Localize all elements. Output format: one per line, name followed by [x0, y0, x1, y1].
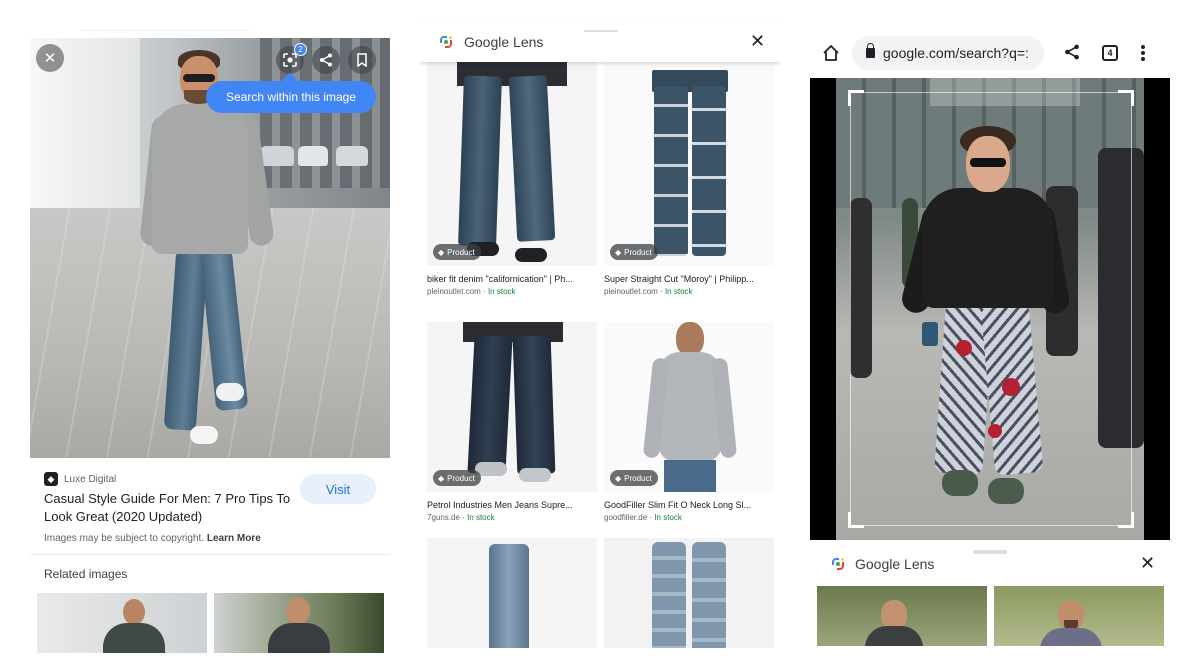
related-image[interactable] [37, 593, 207, 653]
product-tag: ◆ Product [433, 470, 481, 486]
crop-handle[interactable] [1118, 90, 1134, 106]
close-icon: ✕ [43, 50, 57, 67]
url-text: google.com/search?q=: [883, 45, 1029, 61]
close-icon[interactable]: ✕ [1140, 553, 1155, 574]
google-lens-logo-icon [832, 558, 844, 570]
tag-icon: ◆ [615, 247, 622, 257]
product-meta: pleinoutlet.com · In stock [427, 287, 516, 296]
browser-panel: google.com/search?q=: 4 Google Lens ✕ [810, 0, 1170, 670]
lock-icon [866, 43, 875, 58]
google-lens-logo-icon [440, 36, 452, 48]
crop-selection[interactable] [850, 92, 1132, 526]
product-meta: 7guns.de · In stock [427, 513, 495, 522]
tab-count-button[interactable]: 4 [1102, 45, 1118, 61]
crop-handle[interactable] [848, 512, 864, 528]
lens-results-panel: Google Lens ✕ ◆ Product biker fit denim "… [420, 0, 780, 670]
lens-count-badge: 2 [294, 43, 307, 56]
close-button[interactable]: ✕ [36, 44, 64, 72]
crop-handle[interactable] [1118, 512, 1134, 528]
divider [30, 554, 390, 555]
product-image[interactable]: ◆ Product [604, 56, 774, 266]
tag-icon: ◆ [615, 473, 622, 483]
product-tag: ◆ Product [433, 244, 481, 260]
lens-bottom-sheet: Google Lens ✕ [810, 540, 1170, 670]
product-card[interactable]: ◆ Product Super Straight Cut "Moroy" | Ph… [604, 56, 774, 296]
share-icon [320, 53, 332, 67]
product-card[interactable] [427, 538, 597, 648]
tag-icon: ◆ [438, 247, 445, 257]
product-meta: goodfiller.de · In stock [604, 513, 682, 522]
product-tag: ◆ Product [610, 244, 658, 260]
product-name: Super Straight Cut "Moroy" | Philipp... [604, 274, 754, 284]
product-image[interactable] [604, 538, 774, 648]
lens-tooltip[interactable]: Search within this image [206, 81, 376, 113]
more-vert-icon[interactable] [1140, 44, 1146, 62]
related-image[interactable] [214, 593, 384, 653]
product-card[interactable] [604, 538, 774, 648]
lens-brand: Google Lens [464, 34, 544, 50]
bookmark-icon [357, 53, 367, 67]
lens-header: Google Lens ✕ [420, 22, 780, 62]
share-button[interactable] [312, 46, 340, 74]
visit-button[interactable]: Visit [300, 474, 376, 504]
url-bar[interactable]: google.com/search?q=: [852, 36, 1044, 70]
product-meta: pleinoutlet.com · In stock [604, 287, 693, 296]
result-thumbnail[interactable] [994, 586, 1164, 646]
product-image[interactable]: ◆ Product [427, 56, 597, 266]
copyright-notice: Images may be subject to copyright. Lear… [44, 533, 261, 544]
bookmark-button[interactable] [348, 46, 376, 74]
product-tag: ◆ Product [610, 470, 658, 486]
product-card[interactable]: ◆ Product Petrol Industries Men Jeans Sup… [427, 322, 597, 522]
sheet-handle[interactable] [584, 30, 618, 32]
sheet-handle[interactable] [973, 550, 1007, 554]
close-icon[interactable]: ✕ [750, 31, 765, 52]
site-logo-icon: ◆ [44, 472, 58, 486]
share-icon[interactable] [1064, 44, 1080, 60]
product-card[interactable]: ◆ Product biker fit denim "californicatio… [427, 56, 597, 296]
related-heading: Related images [44, 567, 128, 581]
image-title[interactable]: Casual Style Guide For Men: 7 Pro Tips T… [44, 490, 294, 526]
source-row[interactable]: ◆ Luxe Digital [44, 472, 116, 486]
product-image[interactable]: ◆ Product [604, 322, 774, 492]
home-icon[interactable] [822, 44, 840, 62]
product-name: biker fit denim "californication" | Ph..… [427, 274, 573, 284]
image-viewer-panel: ✕ 2 Search within this image ◆ Luxe Digi… [30, 0, 390, 670]
source-name: Luxe Digital [64, 473, 117, 485]
product-name: GoodFiller Slim Fit O Neck Long Sl... [604, 500, 752, 510]
product-image[interactable]: ◆ Product [427, 322, 597, 492]
lens-brand: Google Lens [855, 556, 935, 572]
result-thumbnail[interactable] [817, 586, 987, 646]
learn-more-link[interactable]: Learn More [207, 533, 261, 544]
product-card[interactable]: ◆ Product GoodFiller Slim Fit O Neck Long… [604, 322, 774, 522]
status-divider [80, 30, 250, 31]
tag-icon: ◆ [438, 473, 445, 483]
product-image[interactable] [427, 538, 597, 648]
product-name: Petrol Industries Men Jeans Supre... [427, 500, 573, 510]
crop-handle[interactable] [848, 90, 864, 106]
